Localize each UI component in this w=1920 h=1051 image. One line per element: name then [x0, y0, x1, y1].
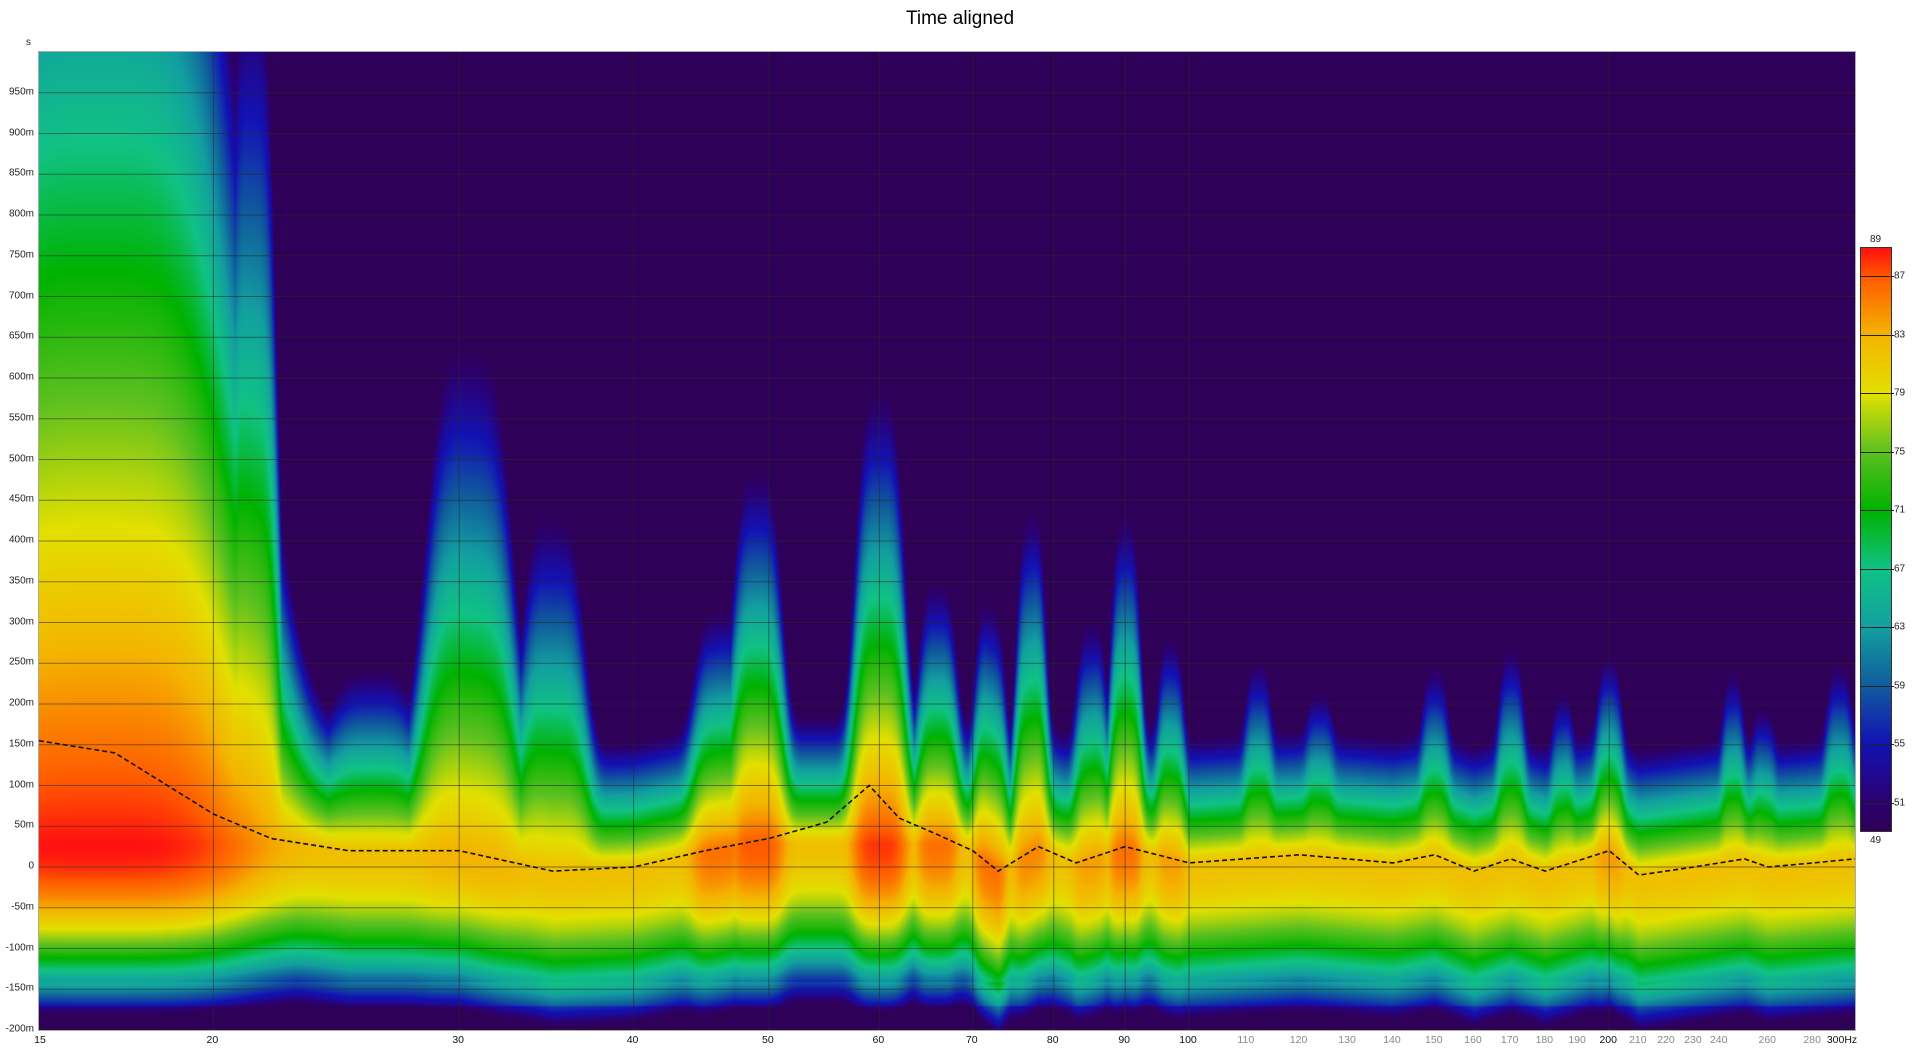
colorbar-tick-label: 67 — [1894, 563, 1906, 575]
x-tick-label-minor: 230 — [1684, 1034, 1702, 1046]
x-tick-label: 70 — [965, 1034, 978, 1046]
x-tick-label-minor: 220 — [1657, 1034, 1675, 1046]
x-tick-label-minor: 170 — [1500, 1034, 1519, 1046]
x-tick-label: 100 — [1179, 1034, 1197, 1046]
colorbar-tick-label: 59 — [1894, 680, 1906, 692]
colorbar-tick — [1860, 510, 1894, 512]
y-tick-label: 200m — [8, 697, 34, 709]
x-tick-label: 90 — [1118, 1034, 1130, 1046]
x-tick-label: 15 — [34, 1034, 46, 1046]
colorbar-tick-label: 51 — [1894, 797, 1906, 809]
y-tick-label: 250m — [8, 656, 34, 668]
x-tick-label: 40 — [626, 1034, 639, 1046]
colorbar-tick-label: 87 — [1894, 270, 1906, 282]
x-tick-label-minor: 160 — [1464, 1034, 1482, 1046]
colorbar-tick-label: 75 — [1894, 446, 1906, 458]
peak-energy-time-curve — [39, 739, 1855, 876]
colorbar-min-label: 49 — [1870, 835, 1882, 846]
x-tick-label: 80 — [1046, 1034, 1059, 1046]
colorbar-tick — [1860, 276, 1894, 278]
y-tick-label: 300m — [8, 616, 34, 627]
spectrogram-plot-area[interactable] — [38, 51, 1856, 1031]
y-tick-label: 600m — [8, 371, 34, 383]
y-tick-label: 0 — [28, 860, 34, 872]
y-tick-label: 350m — [8, 575, 34, 587]
grid-and-peak-overlay — [39, 52, 1855, 1030]
x-tick-label: 200 — [1599, 1034, 1617, 1046]
x-tick-label-minor: 110 — [1237, 1034, 1255, 1046]
y-tick-label: -150m — [5, 982, 34, 994]
y-tick-label: 650m — [8, 330, 34, 342]
y-tick-label: 100m — [8, 779, 34, 790]
colorbar-tick — [1860, 802, 1894, 804]
x-tick-label: 300Hz — [1826, 1034, 1858, 1046]
x-tick-label-minor: 240 — [1709, 1034, 1728, 1046]
colorbar-tick — [1860, 685, 1894, 687]
x-tick-label: 30 — [452, 1034, 465, 1046]
colorbar-tick-label: 83 — [1894, 329, 1906, 341]
x-tick-label-minor: 180 — [1535, 1034, 1554, 1046]
y-tick-label: 500m — [8, 453, 34, 464]
y-tick-label: 550m — [8, 412, 34, 424]
colorbar-tick — [1860, 451, 1894, 453]
chart-title: Time aligned — [905, 8, 1015, 29]
x-tick-label: 20 — [206, 1034, 219, 1046]
y-tick-label: 400m — [8, 534, 34, 546]
y-tick-label: -50m — [11, 901, 34, 913]
y-tick-label: -200m — [5, 1023, 34, 1035]
y-tick-label: 800m — [8, 208, 34, 220]
colorbar-tick-label: 71 — [1894, 504, 1906, 516]
y-tick-label: 950m — [8, 86, 34, 98]
y-tick-label: 750m — [8, 249, 34, 261]
x-tick-label: 60 — [872, 1034, 885, 1046]
y-tick-label: 700m — [8, 290, 34, 301]
x-tick-label-minor: 210 — [1629, 1034, 1647, 1046]
x-tick-label: 50 — [761, 1034, 774, 1046]
x-tick-label-minor: 260 — [1758, 1034, 1777, 1046]
y-tick-label: 850m — [8, 167, 34, 179]
colorbar-tick — [1860, 744, 1894, 746]
y-tick-label: 450m — [8, 493, 34, 505]
colorbar-tick — [1860, 334, 1894, 336]
colorbar-tick-label: 79 — [1894, 387, 1906, 399]
x-tick-label-minor: 140 — [1383, 1034, 1401, 1046]
x-tick-label-minor: 130 — [1338, 1034, 1356, 1046]
x-tick-label-minor: 120 — [1289, 1034, 1308, 1046]
colorbar-tick — [1860, 627, 1894, 629]
colorbar-tick — [1860, 393, 1894, 395]
colorbar-tick — [1860, 568, 1894, 570]
colorbar-tick-label: 63 — [1894, 621, 1906, 633]
x-tick-label-minor: 280 — [1803, 1034, 1821, 1046]
y-tick-label: -100m — [5, 942, 34, 953]
y-tick-label: 150m — [8, 738, 34, 750]
x-tick-label-minor: 150 — [1425, 1034, 1443, 1046]
y-tick-label: 50m — [14, 819, 34, 831]
colorbar-max-label: 89 — [1870, 234, 1882, 245]
colorbar-tick-label: 55 — [1894, 738, 1906, 750]
y-axis-unit: s — [26, 37, 31, 48]
y-tick-label: 900m — [8, 127, 34, 138]
x-tick-label-minor: 190 — [1568, 1034, 1586, 1046]
